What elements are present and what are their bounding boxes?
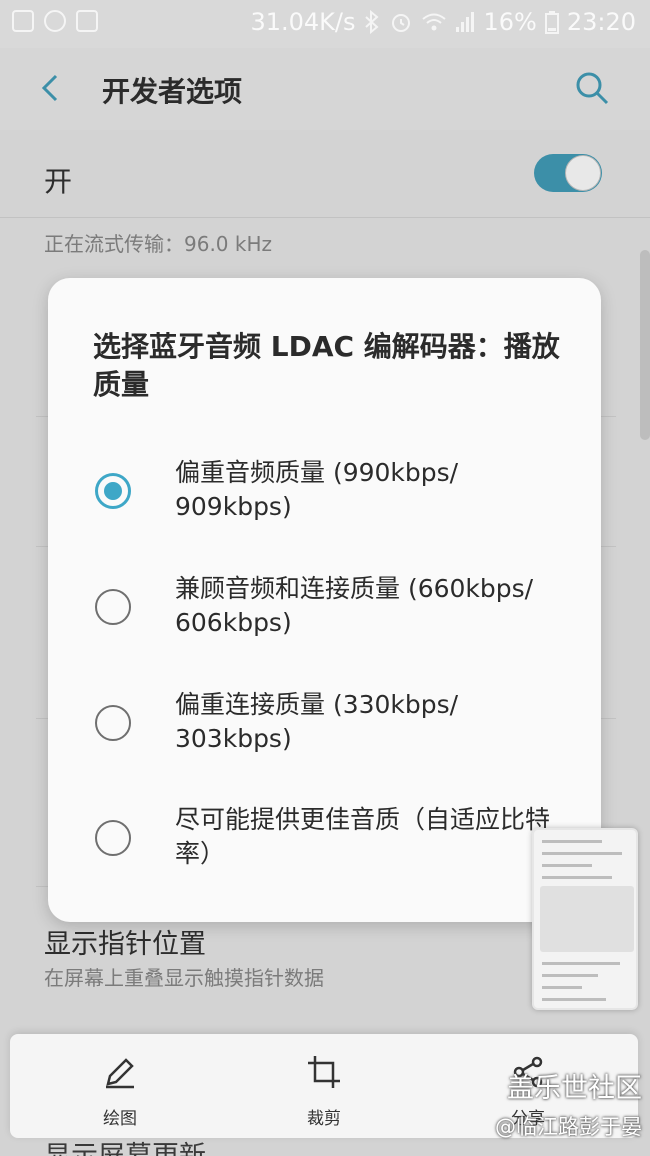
- search-icon[interactable]: [572, 68, 612, 108]
- battery-percent: 16%: [483, 8, 537, 36]
- scrollbar[interactable]: [640, 250, 650, 440]
- pencil-icon: [106, 1058, 134, 1089]
- radio-button[interactable]: [95, 589, 131, 625]
- crop-icon: [308, 1056, 340, 1088]
- radio-option-audio-quality[interactable]: 偏重音频质量 (990kbps/ 909kbps): [48, 456, 601, 556]
- master-toggle[interactable]: [534, 154, 602, 192]
- battery-icon: [544, 11, 559, 34]
- image-icon: [12, 10, 34, 32]
- watermark: 盖乐世社区 @临江路彭于晏: [470, 1066, 642, 1141]
- crop-button[interactable]: 裁剪: [264, 1034, 384, 1138]
- radio-button[interactable]: [95, 820, 131, 856]
- crop-label: 裁剪: [307, 1109, 341, 1129]
- screenshot-thumbnail[interactable]: [532, 828, 638, 1010]
- radio-option-adaptive[interactable]: 尽可能提供更佳音质（自适应比特率）: [48, 803, 601, 903]
- master-switch-row[interactable]: 开: [0, 130, 650, 218]
- draw-button[interactable]: 绘图: [60, 1034, 180, 1138]
- watermark-author: @临江路彭于晏: [495, 1115, 642, 1139]
- radio-option-balanced[interactable]: 兼顾音频和连接质量 (660kbps/ 606kbps): [48, 572, 601, 672]
- radio-option-connection-quality[interactable]: 偏重连接质量 (330kbps/ 303kbps): [48, 688, 601, 788]
- network-speed: 31.04K/s: [250, 8, 356, 36]
- option-label: 兼顾音频和连接质量 (660kbps/ 606kbps): [175, 574, 534, 637]
- app-bar: 开发者选项: [0, 48, 650, 130]
- watermark-site: 盖乐世社区: [507, 1073, 642, 1104]
- cloud-app-icon: [76, 10, 98, 32]
- pointer-location-title[interactable]: 显示指针位置: [44, 922, 206, 961]
- spinner-icon: [44, 10, 66, 32]
- draw-label: 绘图: [103, 1109, 137, 1129]
- option-label: 偏重音频质量 (990kbps/ 909kbps): [175, 458, 459, 521]
- status-bar: 31.04K/s 16% 23:20: [0, 0, 650, 48]
- option-label: 偏重连接质量 (330kbps/ 303kbps): [175, 690, 459, 753]
- master-switch-label: 开: [44, 165, 73, 198]
- pointer-location-summary: 在屏幕上重叠显示触摸指针数据: [44, 966, 324, 990]
- streaming-status: 正在流式传输：96.0 kHz: [44, 232, 273, 256]
- radio-button-checked[interactable]: [95, 473, 131, 509]
- page-title: 开发者选项: [102, 75, 243, 108]
- radio-button[interactable]: [95, 705, 131, 741]
- clock: 23:20: [566, 8, 636, 36]
- dialog-title: 选择蓝牙音频 LDAC 编解码器：播放质量: [93, 330, 560, 401]
- bluetooth-icon: [365, 10, 380, 34]
- back-arrow-icon[interactable]: [34, 70, 70, 106]
- wifi-icon: [422, 13, 447, 31]
- alarm-icon: [392, 14, 411, 32]
- ldac-codec-dialog: 选择蓝牙音频 LDAC 编解码器：播放质量 偏重音频质量 (990kbps/ 9…: [48, 278, 601, 922]
- signal-icon: [456, 12, 475, 32]
- option-label: 尽可能提供更佳音质（自适应比特率）: [175, 805, 551, 868]
